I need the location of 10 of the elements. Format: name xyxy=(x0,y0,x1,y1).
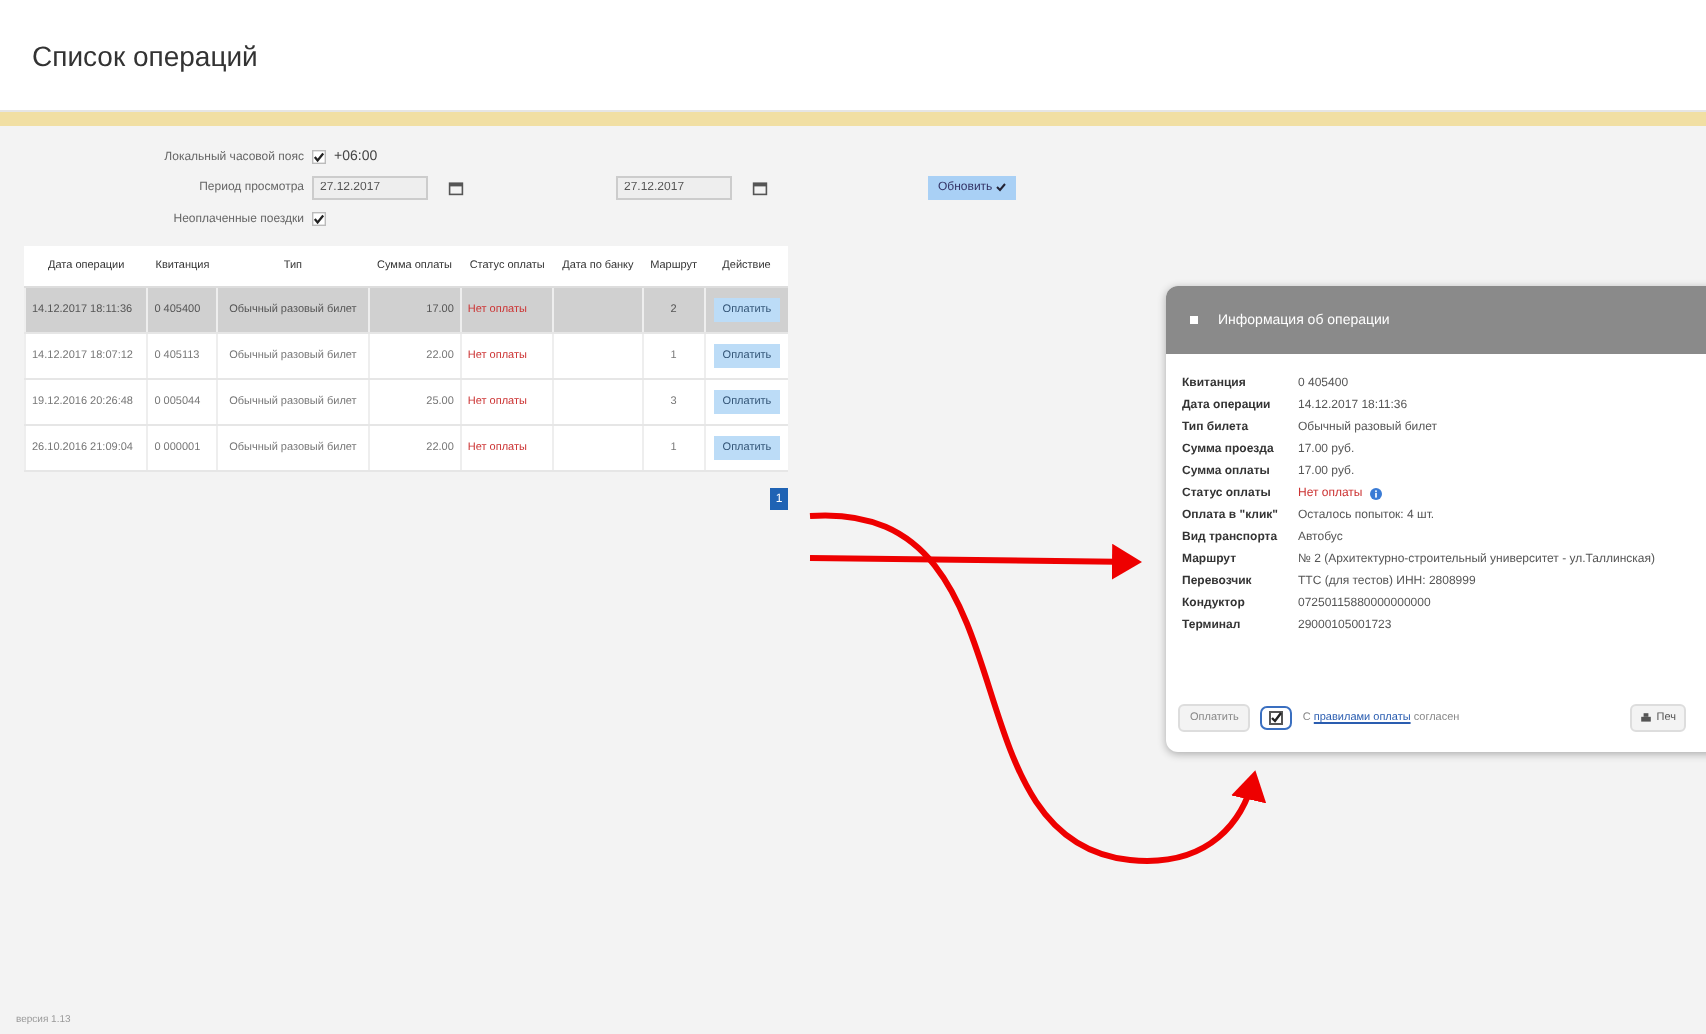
printer-icon xyxy=(1640,712,1653,724)
check-icon xyxy=(995,182,1006,192)
page-title: Список операций xyxy=(32,39,258,71)
unpaid-checkbox[interactable] xyxy=(312,212,326,227)
calendar-icon[interactable] xyxy=(752,180,768,197)
info-icon[interactable] xyxy=(1370,487,1383,499)
timezone-checkbox[interactable] xyxy=(312,150,326,164)
square-icon xyxy=(1190,316,1198,324)
calendar-icon[interactable] xyxy=(448,180,464,197)
agree-checkbox[interactable] xyxy=(1260,706,1293,730)
